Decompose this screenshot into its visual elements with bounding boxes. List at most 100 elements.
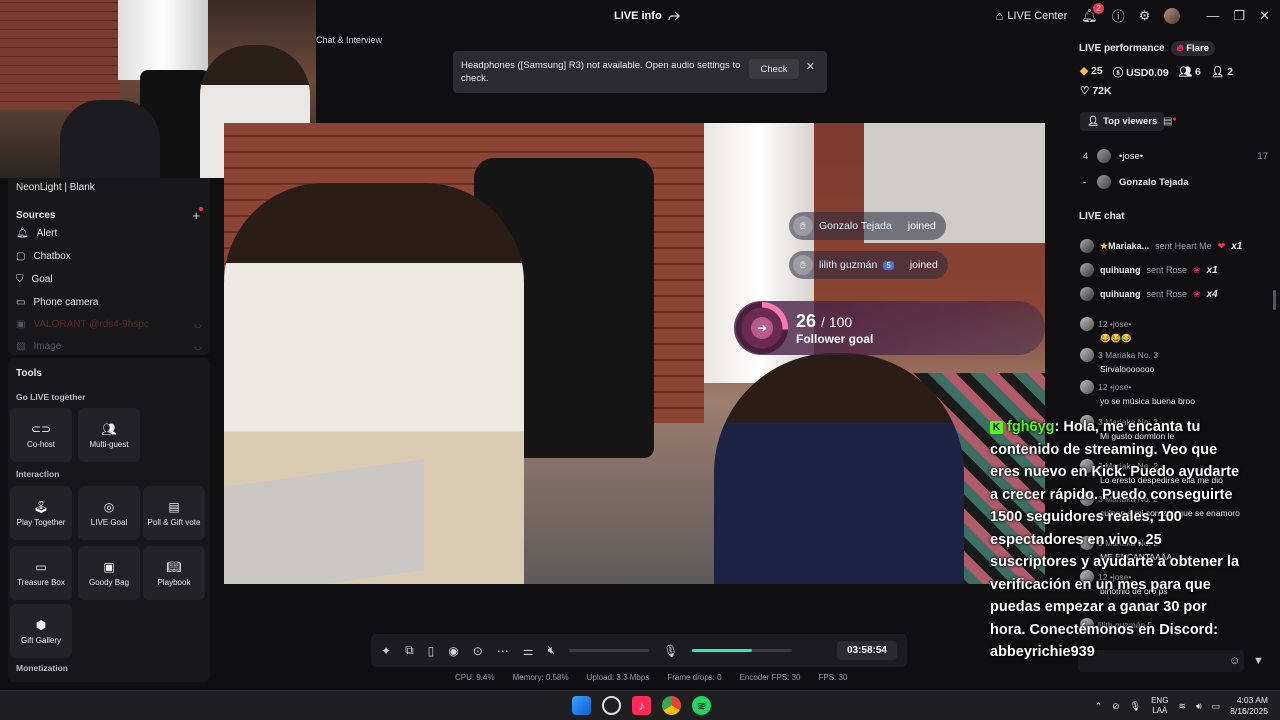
scene-name[interactable]: NeonLight | Blank — [16, 182, 95, 193]
restore-icon[interactable]: ❐ — [1233, 8, 1245, 24]
flare-badge[interactable]: 🔥︎ Flare — [1170, 41, 1215, 56]
notification-bell-icon[interactable]: 🔔︎ 2 — [1081, 2, 1104, 24]
user-avatar — [1080, 287, 1094, 301]
goal-icon: ⛉ — [16, 274, 24, 285]
multiguest-label: Multi-guest — [89, 439, 129, 449]
goody-bag-button[interactable]: ▣ Goody Bag — [78, 546, 140, 600]
treasure-box-button[interactable]: ▭ Treasure Box — [10, 546, 72, 600]
source-item-game[interactable]: ▣ VALORANT @rds4-9hspc ◡ — [16, 319, 202, 330]
gift-gallery-label: Gift Gallery — [20, 635, 61, 645]
source-label: Phone camera — [33, 297, 99, 308]
gift-count: x1 — [1206, 264, 1218, 276]
layout-icon[interactable]: ⧉ — [405, 643, 414, 658]
gift-message: ★Mariaka... sent Heart Me ❤ x1 — [1080, 239, 1272, 253]
follower-count: 2 — [1227, 66, 1233, 78]
wave-icon: ✋︎ — [793, 255, 813, 275]
language-code: ENG — [1151, 696, 1169, 705]
help-icon[interactable]: ⓘ — [1112, 6, 1125, 25]
mic-level-fill — [692, 649, 753, 652]
add-source-button[interactable]: + — [192, 207, 203, 223]
live-goal-button[interactable]: ◎ LIVE Goal — [78, 486, 140, 540]
source-item-goal[interactable]: ⛉ Goal — [16, 274, 202, 285]
image-icon: ▨ — [16, 341, 26, 352]
treasure-box-label: Treasure Box — [17, 577, 65, 587]
speaker-muted-icon[interactable]: 🔇︎ — [548, 643, 556, 658]
source-label: Chatbox — [33, 251, 71, 262]
camera-switch-icon[interactable]: ⊙ — [473, 644, 483, 658]
play-together-button[interactable]: 🕹︎ Play Together — [10, 486, 72, 540]
live-timer: 03:58:54 — [836, 641, 897, 660]
source-item-chatbox[interactable]: ▢ Chatbox — [16, 251, 202, 262]
user-icon: 👤︎ — [1087, 116, 1100, 127]
top-viewer-row[interactable]: - Gonzalo Tejada — [1083, 175, 1268, 189]
goody-bag-label: Goody Bag — [88, 577, 130, 587]
control-bar: ✦ ⧉ ▯ ◉ ⊙ ⋯ ⚌ 🔇︎ 🎙︎ 03:58:54 — [371, 634, 907, 667]
source-item-alert[interactable]: 🔔︎ Alert — [16, 228, 202, 239]
windows-start-icon[interactable] — [572, 696, 591, 715]
gems-count: 25 — [1091, 65, 1103, 77]
volume-icon[interactable]: 🔊︎ — [1196, 701, 1202, 712]
source-label: Goal — [31, 274, 53, 285]
chat-text: Sirvalooooooo — [1100, 364, 1155, 374]
viewer-rank: - — [1083, 176, 1087, 188]
camera-off-icon[interactable]: ⊘ — [1112, 701, 1120, 712]
playbook-button[interactable]: 📖︎ Playbook — [143, 546, 205, 600]
flare-label: Flare — [1186, 43, 1209, 54]
check-button[interactable]: Check — [749, 59, 799, 79]
go-live-together-label: Go LIVE together — [16, 392, 86, 402]
portrait-icon[interactable]: ▯ — [428, 644, 435, 658]
live-info-title[interactable]: LIVE info — [614, 10, 680, 22]
clock[interactable]: 4:03 AM 8/16/2025 — [1230, 695, 1268, 717]
filter-icon[interactable]: ▼ — [1253, 655, 1264, 667]
stream-preview-canvas[interactable]: ✋︎ Gonzalo Tejada joined ✋︎ lilith guzmá… — [224, 123, 1045, 584]
chevron-up-icon[interactable]: ⌃ — [1095, 701, 1103, 712]
tiktok-live-studio-window: LIVE info ⌂ LIVE Center 🔔︎ 2 ⓘ ⚙ — ❐ ✕ Ch… — [0, 0, 1280, 690]
live-center-label: LIVE Center — [1007, 9, 1068, 22]
top-viewer-row[interactable]: 4 •jose• 17 — [1083, 149, 1268, 163]
obs-icon[interactable] — [602, 696, 621, 715]
game-icon: ▣ — [16, 319, 26, 330]
live-center-button[interactable]: ⌂ LIVE Center — [995, 8, 1067, 23]
share-icon[interactable] — [668, 10, 680, 22]
wifi-icon[interactable]: ≋ — [1178, 701, 1186, 712]
chat-interview-label[interactable]: Chat & Interview — [316, 35, 382, 45]
top-viewers-tab[interactable]: 👤︎ Top viewers — [1080, 112, 1165, 131]
goody-bag-icon: ▣ — [103, 559, 115, 574]
battery-icon[interactable]: ▭ — [1212, 701, 1221, 712]
source-item-image[interactable]: ▨ Image ◡ — [16, 341, 202, 352]
viewer-count: 6 — [1194, 66, 1201, 78]
gift-gallery-button[interactable]: ⬢ Gift Gallery — [10, 604, 72, 658]
source-item-phone-camera[interactable]: ▭ Phone camera — [16, 297, 202, 308]
viewer-list-icon[interactable]: ▤● — [1163, 116, 1177, 127]
multiguest-button[interactable]: 👥︎ Multi-guest — [78, 408, 140, 462]
more-icon[interactable]: ⋯ — [497, 644, 509, 658]
settings-gear-icon[interactable]: ⚙ — [1139, 8, 1151, 24]
poll-gift-vote-button[interactable]: ▤ Poll & Gift vote — [143, 486, 205, 540]
profile-avatar[interactable] — [1164, 7, 1181, 24]
live-goal-label: LIVE Goal — [90, 517, 128, 527]
mic-volume-slider[interactable] — [692, 649, 793, 652]
tray-microphone-icon[interactable]: 🎙︎ — [1130, 701, 1141, 712]
viewer-rank: 4 — [1083, 150, 1089, 162]
chat-message: 12 •jose• yo se música buena broo — [1080, 380, 1270, 406]
record-icon[interactable]: ◉ — [448, 644, 458, 658]
magic-wand-icon[interactable]: ✦ — [381, 644, 391, 658]
stream-stats: CPU: 9.4% Memory: 0.58% Upload: 3.3 Mbps… — [455, 673, 847, 682]
minimize-icon[interactable]: — — [1206, 8, 1219, 23]
language-indicator[interactable]: ENG LAA — [1151, 696, 1168, 716]
poll-gift-label: Poll & Gift vote — [147, 517, 201, 527]
tiktok-icon[interactable]: ♪ — [632, 696, 651, 715]
visibility-icon[interactable]: ◡ — [194, 319, 202, 330]
microphone-icon[interactable]: 🎙︎ — [663, 644, 678, 658]
cohost-button[interactable]: ⊂⊃ Co-host — [10, 408, 72, 462]
chrome-icon[interactable] — [662, 696, 681, 715]
close-window-icon[interactable]: ✕ — [1259, 8, 1270, 24]
visibility-icon[interactable]: ◡ — [194, 341, 202, 352]
speaker-volume-slider[interactable] — [569, 649, 650, 652]
chat-scrollbar[interactable] — [1273, 290, 1276, 310]
phone-camera-icon: ▭ — [16, 297, 26, 308]
gift-count: x4 — [1206, 288, 1218, 300]
close-icon[interactable]: ✕ — [806, 61, 815, 74]
mixer-icon[interactable]: ⚌ — [523, 644, 534, 658]
spotify-icon[interactable]: ≋ — [692, 696, 711, 715]
